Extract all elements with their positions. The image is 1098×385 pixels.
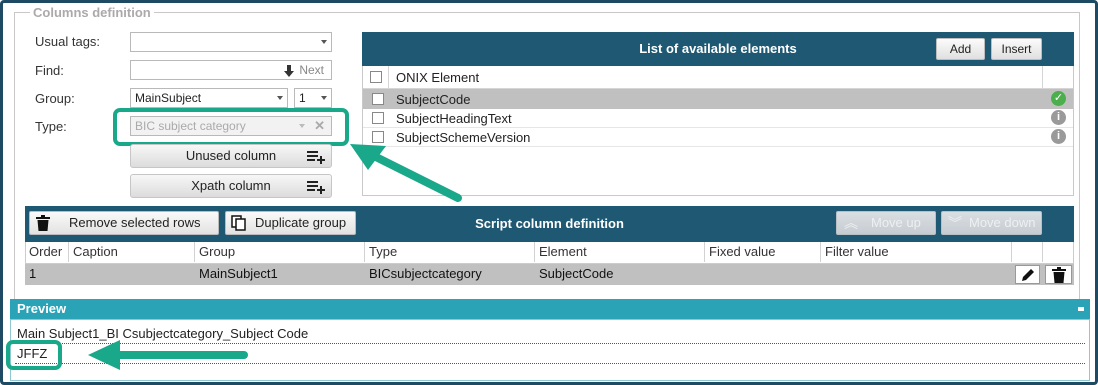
select-all-checkbox[interactable] <box>370 71 382 83</box>
move-up-label: Move up <box>871 215 921 230</box>
column-divider <box>388 66 389 89</box>
cell-caption[interactable] <box>69 264 73 284</box>
header-filter-value: Filter value <box>821 242 1012 262</box>
find-label: Find: <box>35 63 64 78</box>
move-down-label: Move down <box>969 215 1036 230</box>
element-name: SubjectHeadingText <box>396 111 512 126</box>
unused-column-button[interactable]: Unused column <box>130 144 332 168</box>
row-checkbox[interactable] <box>372 93 384 105</box>
info-circle-icon: i <box>1051 110 1066 125</box>
move-up-button[interactable]: ︽ Move up <box>836 211 936 235</box>
header-type: Type <box>365 242 535 262</box>
add-list-icon <box>307 181 325 194</box>
chevron-down-icon <box>321 40 327 44</box>
group-index-select[interactable]: 1 <box>294 88 332 108</box>
delete-row-button[interactable] <box>1045 265 1072 284</box>
preview-header: Preview <box>10 299 1090 319</box>
header-fixed-value: Fixed value <box>705 242 821 262</box>
preview-value-highlight-box <box>6 340 62 370</box>
add-list-icon <box>307 151 325 164</box>
duplicate-label: Duplicate group <box>255 215 347 230</box>
type-label: Type: <box>35 119 67 134</box>
cell-group: MainSubject1 <box>199 266 278 281</box>
double-chevron-down-icon: ︾ <box>948 215 962 231</box>
duplicate-group-button[interactable]: Duplicate group <box>225 211 356 235</box>
edit-button[interactable] <box>1015 265 1040 284</box>
type-highlight-box <box>113 108 349 146</box>
info-circle-icon: i <box>1051 129 1066 144</box>
chevron-down-icon <box>321 96 327 100</box>
row-checkbox[interactable] <box>372 112 384 124</box>
copy-icon <box>231 215 246 231</box>
usual-tags-select[interactable] <box>130 32 332 52</box>
remove-label: Remove selected rows <box>69 215 201 230</box>
add-button[interactable]: Add <box>936 38 985 60</box>
column-divider <box>1042 66 1043 89</box>
header-order: Order <box>25 242 69 262</box>
cell-element: SubjectCode <box>539 266 614 281</box>
group-select[interactable]: MainSubject <box>130 88 288 108</box>
chevron-down-icon <box>277 96 283 100</box>
preview-title: Preview <box>17 301 67 316</box>
group-value: MainSubject <box>135 91 202 105</box>
annotation-arrow-icon <box>88 340 248 370</box>
group-label: Group: <box>35 91 75 106</box>
available-elements-title: List of available elements <box>639 41 797 56</box>
double-chevron-up-icon: ︽ <box>844 215 858 231</box>
header-caption: Caption <box>69 242 195 262</box>
element-name: SubjectCode <box>396 92 471 107</box>
script-column-title: Script column definition <box>475 216 624 231</box>
xpath-column-label: Xpath column <box>191 178 271 193</box>
cell-type: BICsubjectcategory <box>369 266 482 281</box>
next-button[interactable]: Next <box>282 61 324 79</box>
unused-column-label: Unused column <box>185 148 277 163</box>
arrow-down-icon <box>284 64 294 77</box>
remove-selected-rows-button[interactable]: Remove selected rows <box>29 211 219 235</box>
next-label: Next <box>299 63 325 77</box>
cell-fixed-value[interactable] <box>705 264 709 284</box>
cell-filter-value[interactable] <box>821 264 825 284</box>
header-group: Group <box>195 242 365 262</box>
trash-icon <box>36 215 50 231</box>
group-index-value: 1 <box>299 91 306 105</box>
move-down-button[interactable]: ︾ Move down <box>941 211 1042 235</box>
pencil-icon <box>1022 269 1034 281</box>
check-circle-icon: ✓ <box>1051 91 1066 106</box>
collapse-icon[interactable] <box>1078 307 1084 311</box>
header-edit <box>1012 242 1043 262</box>
onix-element-header: ONIX Element <box>396 70 480 85</box>
annotation-arrow-icon <box>350 144 462 202</box>
fieldset-legend: Columns definition <box>30 5 154 20</box>
usual-tags-label: Usual tags: <box>35 34 101 49</box>
xpath-column-button[interactable]: Xpath column <box>130 174 332 198</box>
cell-order: 1 <box>29 266 37 281</box>
insert-button[interactable]: Insert <box>991 38 1042 60</box>
header-element: Element <box>535 242 705 262</box>
trash-icon <box>1052 267 1066 283</box>
